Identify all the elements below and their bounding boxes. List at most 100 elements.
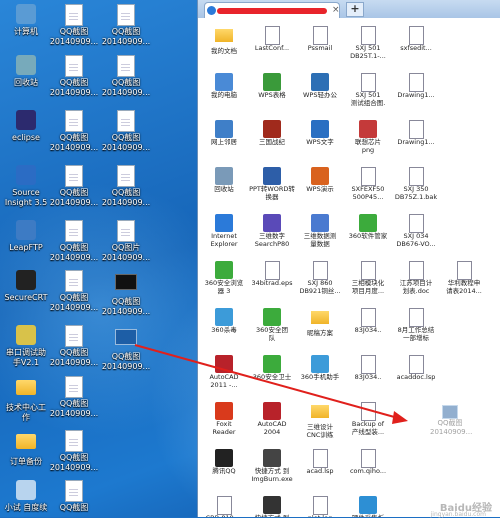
file-item-label: WPS文字 — [306, 138, 334, 146]
desktop-icon-label: QQ截图 20140909... — [49, 399, 99, 418]
file-item[interactable]: 34bitrad.eps — [249, 261, 295, 295]
file-item[interactable]: CBB-819-... — [201, 496, 247, 517]
file-item[interactable]: 三维数字 SearchP80 2008 — [249, 214, 295, 248]
file-icon — [407, 120, 425, 139]
file-item[interactable]: plot.log — [297, 496, 343, 517]
file-item[interactable]: 三维设计 CNC训练 — [297, 402, 343, 439]
file-item[interactable]: 三维数据测 量数据 — [297, 214, 343, 248]
desktop-icon[interactable]: QQ截图 20140909... — [48, 110, 100, 153]
file-item[interactable]: 360安全团 队 — [249, 308, 295, 342]
desktop-icon[interactable]: QQ截图 20140909... — [100, 325, 152, 372]
app-icon — [263, 167, 281, 185]
desktop-icon[interactable]: QQ截图 20140909... — [48, 325, 100, 368]
file-item[interactable]: acaddoc.lsp — [393, 355, 439, 389]
file-item[interactable]: 8月工作总结 一部增标 — [393, 308, 439, 342]
file-item[interactable]: 360杀毒 — [201, 308, 247, 342]
file-item[interactable]: WPS表格 — [249, 73, 295, 107]
desktop-icon-label: QQ截图 — [59, 503, 89, 512]
file-item[interactable]: 三相模块化 项目月度... — [345, 261, 391, 295]
file-item-label: WPS轻办公 — [303, 91, 337, 99]
file-item[interactable]: 我的文档 — [201, 26, 247, 63]
file-item[interactable]: SXJ 501 DB25T.1-... — [345, 26, 391, 60]
file-item[interactable]: 快捷方式 到 ultraISO — [249, 496, 295, 517]
file-item[interactable]: PPT转WORD转 换器 — [249, 167, 295, 201]
window-titlebar[interactable]: × + — [198, 0, 500, 19]
app-icon — [359, 120, 377, 138]
file-item[interactable]: 我的电脑 — [201, 73, 247, 107]
file-item[interactable]: LastConf... — [249, 26, 295, 60]
desktop-icon[interactable]: QQ截图 20140909... — [48, 4, 100, 47]
desktop-icon[interactable]: QQ截图 20140909... — [48, 430, 100, 473]
desktop-icon[interactable]: QQ截图 20140909... — [100, 270, 152, 317]
image-file-icon — [442, 405, 458, 419]
file-item[interactable]: SXJ 860 DB921铜丝... — [297, 261, 343, 295]
file-item[interactable]: Internet Explorer — [201, 214, 247, 248]
file-item[interactable]: Drawing1... — [393, 73, 439, 107]
file-item[interactable]: 腾讯QQ — [201, 449, 247, 483]
file-item[interactable]: 83J034.. — [345, 308, 391, 342]
active-tab[interactable]: × — [204, 2, 340, 19]
desktop-icon-label: LeapFTP — [9, 243, 43, 252]
image-file-icon — [63, 220, 85, 242]
file-item[interactable]: Pssmail — [297, 26, 343, 60]
file-item[interactable]: 硬件采集板 测量卡片一... — [345, 496, 391, 517]
file-item[interactable]: 三国战纪 — [249, 120, 295, 154]
file-item[interactable]: 昵稿方案 — [297, 308, 343, 345]
desktop-icon[interactable]: QQ截图 20140909... — [100, 165, 152, 208]
file-item[interactable]: Drawing1... — [393, 120, 439, 154]
desktop-icon[interactable]: QQ截图 20140909... — [48, 165, 100, 208]
file-item[interactable]: WPS演示 — [297, 167, 343, 201]
desktop-icon[interactable]: 订单备份 — [0, 430, 52, 467]
desktop-icon[interactable]: Source Insight 3.5 — [0, 165, 52, 208]
desktop-icon-label: 小试 自度续 — [4, 503, 48, 512]
desktop-icon[interactable]: SecureCRT — [0, 270, 52, 303]
file-item[interactable]: SXJ 350 DB75Z.1.bak — [393, 167, 439, 201]
file-item[interactable]: 360手机助手 — [297, 355, 343, 389]
desktop-icon[interactable]: QQ截图 20140909... — [100, 55, 152, 98]
file-item[interactable]: 360安全浏览 器 3 — [201, 261, 247, 295]
file-item[interactable]: 华利教程申 请表2014... — [441, 261, 487, 295]
desktop-icon[interactable]: 回收站 — [0, 55, 52, 88]
desktop-icon[interactable]: 串口调试助 手V2.1 — [0, 325, 52, 368]
file-item[interactable]: 快捷方式 到 ImgBurn.exe — [249, 449, 295, 483]
desktop-icon[interactable]: 计算机 — [0, 4, 52, 37]
dragged-file-ghost: QQ截图 20140909... — [430, 405, 472, 437]
desktop-icon[interactable]: QQ截图 20140909... — [48, 220, 100, 263]
file-item[interactable]: com.qiho... — [345, 449, 391, 483]
file-item[interactable]: 联想芯片 png — [345, 120, 391, 154]
desktop-icon[interactable]: QQ图片 20140909... — [100, 220, 152, 263]
desktop-icon[interactable]: QQ截图 20140909... — [100, 4, 152, 47]
desktop-icon[interactable]: QQ截图 20140909... — [48, 55, 100, 98]
tab-close-button[interactable]: × — [332, 5, 340, 15]
file-item[interactable]: WPS轻办公 — [297, 73, 343, 107]
file-item[interactable]: SXFEXF50 500P45... — [345, 167, 391, 201]
file-item[interactable]: AutoCAD 2004 — [249, 402, 295, 436]
desktop-icon[interactable]: QQ截图 20140909... — [100, 110, 152, 153]
file-item[interactable]: WPS文字 — [297, 120, 343, 154]
image-thumbnail-icon — [115, 329, 137, 351]
file-item-label: 360杀毒 — [211, 326, 237, 334]
file-item[interactable]: 360软件管家 — [345, 214, 391, 248]
file-item[interactable]: 360安全卫士 — [249, 355, 295, 389]
file-item[interactable]: AutoCAD 2011 -... — [201, 355, 247, 389]
new-tab-button[interactable]: + — [346, 2, 364, 17]
desktop-icon[interactable]: 小试 自度续 — [0, 480, 52, 513]
desktop-icon-label: QQ截图 20140909... — [49, 453, 99, 472]
file-item[interactable]: 江苏项目计 划表.doc — [393, 261, 439, 295]
desktop-icon[interactable]: QQ截图 — [48, 480, 100, 513]
desktop-icon[interactable]: QQ截图 20140909... — [48, 376, 100, 419]
file-item[interactable]: 83J034.. — [345, 355, 391, 389]
image-file-icon — [63, 376, 85, 398]
file-item[interactable]: 回收站 — [201, 167, 247, 201]
file-item[interactable]: 网上邻居 — [201, 120, 247, 154]
desktop-icon[interactable]: LeapFTP — [0, 220, 52, 253]
desktop-icon[interactable]: QQ截图 20140909... — [48, 270, 100, 313]
file-item[interactable]: Foxit Reader — [201, 402, 247, 436]
file-item[interactable]: sxfsedit... — [393, 26, 439, 60]
file-item[interactable]: SXJ 034 DB676-VO... — [393, 214, 439, 248]
desktop-icon[interactable]: 技术中心工 作 — [0, 376, 52, 423]
file-item[interactable]: Backup of 产线型装... — [345, 402, 391, 436]
file-item[interactable]: acad.lsp — [297, 449, 343, 483]
desktop-icon[interactable]: eclipse — [0, 110, 52, 143]
file-item[interactable]: SXJ 501 测试组合图. dwg — [345, 73, 391, 107]
